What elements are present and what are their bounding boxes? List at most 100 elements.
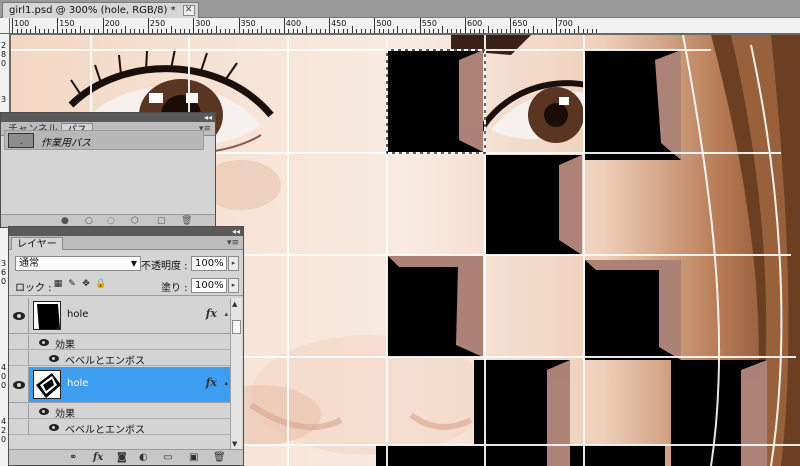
ruler-minor-tick [587, 29, 589, 33]
expand-effects-icon[interactable]: ▴ [224, 310, 228, 318]
expand-effects-icon[interactable]: ▴ [224, 379, 228, 387]
fill-input[interactable]: 100% [191, 278, 227, 293]
ruler-minor-tick [474, 29, 476, 33]
ruler-label: 350 [240, 19, 256, 28]
ruler-minor-tick [415, 29, 417, 33]
link-layers-icon[interactable]: ⚭ [69, 452, 77, 463]
effect-row[interactable]: ベベルとエンボス [9, 351, 231, 367]
ruler-minor-tick [279, 29, 281, 33]
scroll-thumb[interactable] [232, 320, 241, 334]
document-tab-title: girl1.psd @ 300% (hole, RGB/8) * [9, 5, 176, 16]
ruler-minor-tick [75, 29, 77, 33]
ruler-major-tick [238, 18, 240, 33]
make-work-path-icon[interactable]: ⬡ [131, 216, 139, 226]
ruler-minor-tick [469, 29, 471, 33]
adjustment-layer-icon[interactable]: ◐ [139, 452, 148, 463]
ruler-minor-tick [134, 29, 136, 33]
ruler-minor-tick [564, 29, 566, 33]
ruler-major-tick [102, 18, 104, 33]
panel-menu-icon[interactable]: ▾≡ [227, 238, 239, 248]
visibility-eye-icon[interactable] [13, 381, 25, 389]
ruler-minor-tick [243, 29, 245, 33]
path-thumbnail: . [8, 133, 34, 148]
new-path-icon[interactable]: ▢ [157, 216, 166, 226]
opacity-input[interactable]: 100% [191, 256, 227, 271]
add-layer-style-icon[interactable]: fx [93, 452, 103, 463]
path-item-work-path[interactable]: . 作業用パス [4, 130, 204, 150]
lock-image-icon[interactable]: ✎ [67, 279, 77, 289]
paths-panel-titlebar[interactable] [1, 113, 215, 122]
effects-row[interactable]: 効果 [9, 404, 231, 420]
ruler-minor-tick [360, 29, 362, 33]
layer-row-selected[interactable]: hole fx ▴ [9, 367, 231, 403]
ruler-minor-tick [310, 29, 312, 33]
ruler-major-tick [283, 18, 285, 33]
scroll-down-icon[interactable]: ▼ [232, 440, 237, 448]
effect-visibility-icon[interactable] [49, 355, 59, 362]
ruler-major-tick [147, 18, 149, 33]
new-layer-icon[interactable]: ▣ [189, 452, 198, 463]
fill-label: 塗り : [161, 283, 188, 294]
fx-icon[interactable]: fx [206, 307, 217, 320]
ruler-minor-tick [320, 29, 322, 33]
ruler-minor-tick [16, 29, 18, 33]
layers-scrollbar[interactable]: ▲ ▼ [230, 298, 242, 450]
visibility-eye-icon[interactable] [13, 312, 25, 320]
ruler-label: 650 [512, 19, 528, 28]
opacity-slider-icon[interactable]: ▸ [228, 256, 239, 271]
ruler-minor-tick [138, 29, 140, 33]
layers-panel-titlebar[interactable] [9, 227, 243, 236]
add-mask-icon[interactable]: ◙ [117, 452, 127, 463]
chevron-down-icon: ▼ [130, 259, 137, 268]
panel-collapse-icon[interactable]: ◂◂ [232, 227, 240, 236]
ruler-minor-tick [573, 29, 575, 33]
ruler-minor-tick [247, 29, 249, 33]
ruler-origin[interactable] [0, 18, 10, 34]
delete-layer-icon[interactable]: 🗑 [213, 452, 226, 463]
ruler-minor-tick [591, 29, 593, 33]
load-selection-icon[interactable]: ◌ [107, 216, 115, 226]
effects-visibility-icon[interactable] [39, 408, 49, 415]
panel-collapse-icon[interactable]: ◂◂ [204, 113, 212, 122]
fill-slider-icon[interactable]: ▸ [228, 278, 239, 293]
ruler-minor-tick [70, 29, 72, 33]
lock-position-icon[interactable]: ✥ [81, 279, 91, 289]
effects-row[interactable]: 効果 [9, 335, 231, 351]
ruler-minor-tick [48, 29, 50, 33]
new-group-icon[interactable]: ▭ [163, 452, 172, 463]
ruler-minor-tick [487, 26, 489, 33]
ruler-label: 8 [1, 50, 7, 59]
close-document-icon[interactable]: ✕ [182, 5, 195, 16]
tab-layers[interactable]: レイヤー [11, 237, 63, 250]
ruler-minor-tick [446, 29, 448, 33]
ruler-minor-tick [519, 29, 521, 33]
fx-icon[interactable]: fx [206, 376, 217, 389]
ruler-minor-tick [387, 29, 389, 33]
stroke-path-icon[interactable]: ○ [85, 216, 93, 226]
fill-path-icon[interactable]: ● [61, 216, 69, 226]
effect-row[interactable]: ベベルとエンボス [9, 420, 231, 436]
ruler-minor-tick [116, 29, 118, 33]
horizontal-ruler[interactable]: 100 150 200 250 300 350 400 450 500 550 600 650 700 [10, 18, 800, 34]
ruler-minor-tick [505, 29, 507, 33]
blend-mode-select[interactable]: 通常 ▼ [15, 256, 141, 271]
ruler-minor-tick [333, 29, 335, 33]
ruler-minor-tick [206, 29, 208, 33]
effect-visibility-icon[interactable] [49, 424, 59, 431]
ruler-label: 150 [59, 19, 75, 28]
layer-thumbnail [33, 370, 61, 399]
ruler-label: 700 [557, 19, 573, 28]
ruler-label: 500 [376, 19, 392, 28]
lock-transparency-icon[interactable]: ▦ [53, 279, 63, 289]
document-tab[interactable]: girl1.psd @ 300% (hole, RGB/8) * ✕ [2, 2, 199, 18]
layer-row[interactable]: hole fx ▴ [9, 298, 231, 334]
lock-all-icon[interactable]: 🔒 [95, 279, 106, 289]
layer-name: hole [67, 378, 89, 389]
ruler-minor-tick [578, 26, 580, 33]
ruler-label: 550 [421, 19, 437, 28]
ruler-minor-tick [161, 29, 163, 33]
scroll-up-icon[interactable]: ▲ [232, 300, 237, 308]
delete-path-icon[interactable]: 🗑 [181, 216, 192, 226]
ruler-minor-tick [43, 29, 45, 33]
effects-visibility-icon[interactable] [39, 339, 49, 346]
